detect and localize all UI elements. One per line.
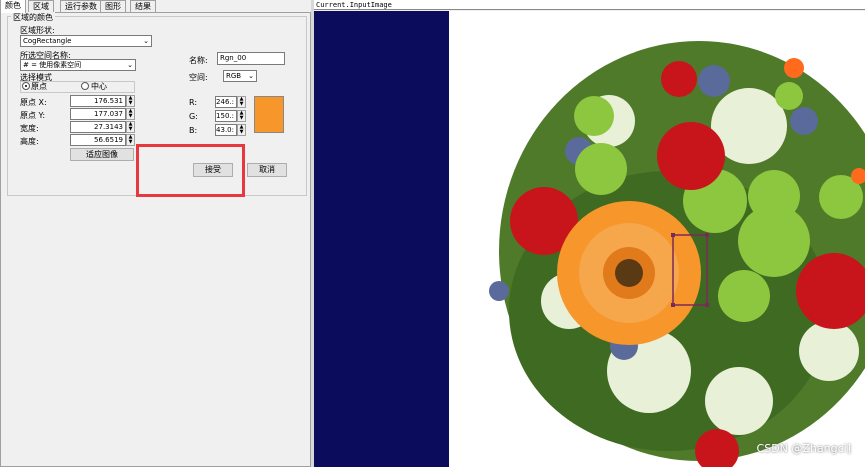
name-label: 名称: xyxy=(189,56,208,65)
height-label: 高度: xyxy=(20,137,39,146)
r-spinner[interactable]: ▲ ▼ xyxy=(237,96,246,108)
r-label: R: xyxy=(189,98,198,107)
tab-results[interactable]: 结果 xyxy=(130,0,156,12)
b-label: B: xyxy=(189,126,198,135)
width-spinner[interactable]: ▲ ▼ xyxy=(126,121,135,133)
r-field[interactable]: 246.: xyxy=(215,96,237,108)
origin-y-field[interactable]: 177.037 xyxy=(70,108,126,120)
tab-color[interactable]: 颜色 xyxy=(0,0,26,13)
tab-bar: 颜色 区域 运行参数 图形 结果 xyxy=(0,0,312,13)
origin-x-field[interactable]: 176.531 xyxy=(70,95,126,107)
image-title: Current.InputImage xyxy=(314,0,865,10)
fit-image-button[interactable]: 适应图像 xyxy=(70,148,134,161)
space-label: 空间: xyxy=(189,73,208,82)
color-space-select[interactable]: RGB ⌄ xyxy=(223,70,257,82)
space-name-select[interactable]: # = 使用像素空间 ⌄ xyxy=(20,59,136,71)
name-field[interactable]: Rgn_00 xyxy=(217,52,285,65)
g-field[interactable]: 150.: xyxy=(215,110,237,122)
width-field[interactable]: 27.3143 xyxy=(70,121,126,133)
mode-center-label: 中心 xyxy=(91,82,107,91)
chevron-down-icon: ⌄ xyxy=(248,72,254,80)
height-field[interactable]: 56.6519 xyxy=(70,134,126,146)
cancel-button[interactable]: 取消 xyxy=(247,163,287,177)
origin-x-label: 原点 X: xyxy=(20,98,47,107)
origin-y-spinner[interactable]: ▲ ▼ xyxy=(126,108,135,120)
g-spinner[interactable]: ▲ ▼ xyxy=(237,110,246,122)
mode-center-radio[interactable] xyxy=(81,82,89,90)
watermark: CSDN @Zhangci] xyxy=(756,442,851,455)
image-background xyxy=(314,11,449,467)
mode-origin-radio[interactable] xyxy=(22,82,30,90)
color-swatch xyxy=(254,96,284,133)
flower-image xyxy=(449,11,865,467)
origin-x-spinner[interactable]: ▲ ▼ xyxy=(126,95,135,107)
shape-select-value: CogRectangle xyxy=(23,37,72,45)
tab-run-params[interactable]: 运行参数 xyxy=(60,0,102,12)
shape-select[interactable]: CogRectangle ⌄ xyxy=(20,35,152,47)
chevron-down-icon: ⌄ xyxy=(143,37,149,45)
g-label: G: xyxy=(189,112,198,121)
b-field[interactable]: 43.0: xyxy=(215,124,237,136)
height-spinner[interactable]: ▲ ▼ xyxy=(126,134,135,146)
color-space-value: RGB xyxy=(226,72,242,80)
mode-origin-label: 原点 xyxy=(31,82,47,91)
b-spinner[interactable]: ▲ ▼ xyxy=(237,124,246,136)
highlight-box xyxy=(136,144,245,197)
chevron-down-icon: ⌄ xyxy=(127,61,133,69)
flower-bouquet-image xyxy=(449,11,865,467)
origin-y-label: 原点 Y: xyxy=(20,111,46,120)
width-label: 宽度: xyxy=(20,124,39,133)
region-color-legend: 区域的颜色 xyxy=(11,12,55,23)
space-name-value: # = 使用像素空间 xyxy=(23,61,82,69)
tab-region[interactable]: 区域 xyxy=(28,0,54,12)
tab-graphics[interactable]: 图形 xyxy=(100,0,126,12)
